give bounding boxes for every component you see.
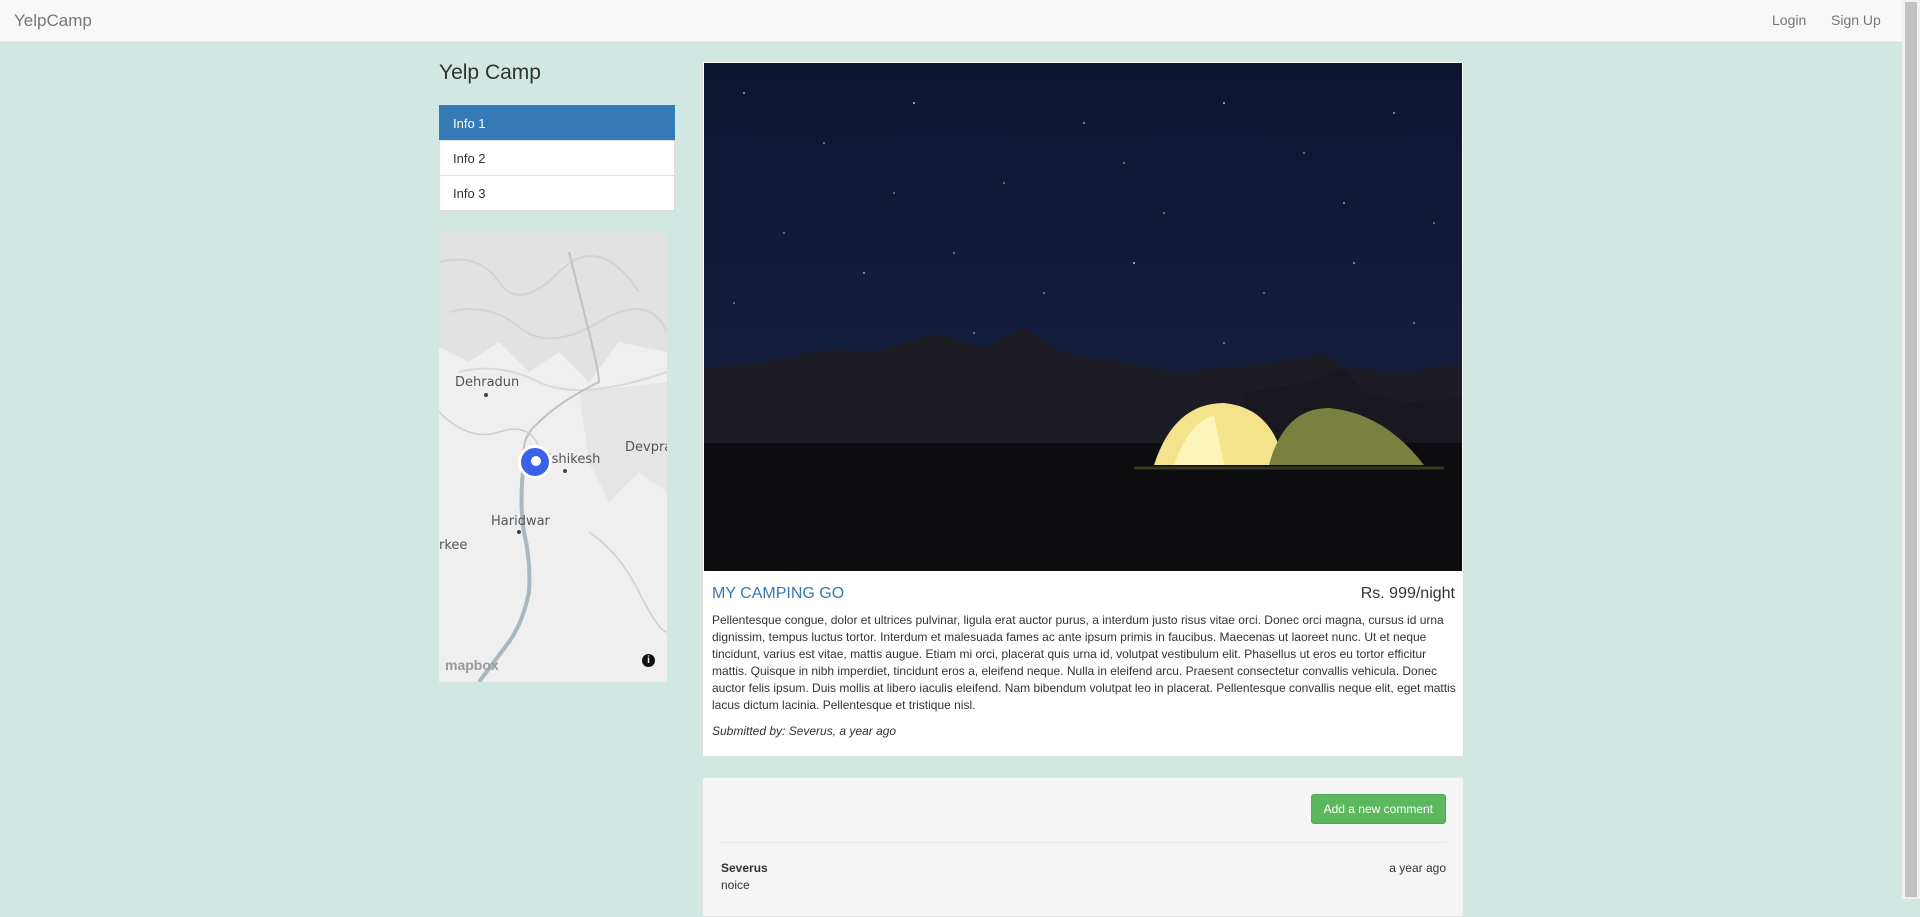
comment-text: noice <box>721 878 750 892</box>
brand-link[interactable]: YelpCamp <box>14 11 92 31</box>
submitted-by: Submitted by: Severus, a year ago <box>712 724 897 738</box>
location-map[interactable]: Dehradun Rishikesh Devpray Haridwar rkee… <box>439 232 667 682</box>
comment-author: Severus <box>721 861 768 875</box>
comments-divider <box>720 842 1446 843</box>
mapbox-logo[interactable]: mapbox <box>445 657 499 673</box>
comment-time: a year ago <box>1389 861 1446 875</box>
campground-image <box>704 63 1462 571</box>
list-item-info-1[interactable]: Info 1 <box>439 105 675 141</box>
sidebar-title: Yelp Camp <box>439 61 541 84</box>
list-item-info-2[interactable]: Info 2 <box>439 140 675 176</box>
comments-panel: Add a new comment Severus a year ago noi… <box>702 777 1464 917</box>
scrollbar-thumb[interactable] <box>1905 2 1917 897</box>
campground-card: MY CAMPING GO Rs. 999/night Pellentesque… <box>702 61 1464 757</box>
map-marker-icon[interactable] <box>518 445 552 479</box>
navbar: YelpCamp Login Sign Up <box>0 0 1902 42</box>
login-link[interactable]: Login <box>1772 12 1806 28</box>
add-comment-button[interactable]: Add a new comment <box>1310 794 1446 824</box>
campground-description: Pellentesque congue, dolor et ultrices p… <box>712 613 1456 712</box>
map-dot-haridwar <box>517 530 521 534</box>
map-dot-dehradun <box>484 393 488 397</box>
tent-night-photo-icon <box>704 92 1462 571</box>
map-label-roorkee: rkee <box>439 538 468 553</box>
map-dot-rishikesh <box>563 469 567 473</box>
scrollbar[interactable] <box>1902 0 1920 899</box>
map-label-haridwar: Haridwar <box>491 514 550 529</box>
campground-price: Rs. 999/night <box>1360 585 1455 602</box>
campground-name-link[interactable]: MY CAMPING GO <box>712 585 844 603</box>
info-list: Info 1 Info 2 Info 3 <box>439 105 675 211</box>
map-label-dehradun: Dehradun <box>455 375 520 390</box>
info-icon[interactable]: i <box>642 654 655 667</box>
list-item-info-3[interactable]: Info 3 <box>439 175 675 211</box>
signup-link[interactable]: Sign Up <box>1831 12 1881 28</box>
map-label-devprayag: Devpray <box>625 440 667 455</box>
